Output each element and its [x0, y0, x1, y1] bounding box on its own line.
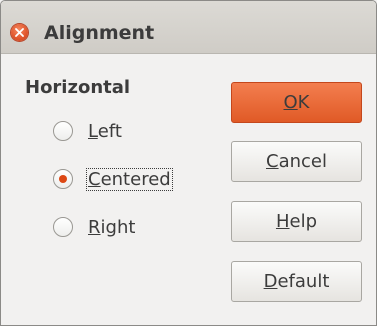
close-button[interactable] — [11, 24, 28, 41]
radio-right-label[interactable]: Right — [86, 216, 137, 239]
dialog-title: Alignment — [44, 22, 155, 44]
radio-centered-label[interactable]: Centered — [86, 167, 173, 191]
radio-right[interactable]: Right — [53, 213, 137, 241]
horizontal-section-label: Horizontal — [25, 77, 131, 98]
help-button[interactable]: Help — [231, 201, 362, 242]
radio-left-label[interactable]: Left — [86, 120, 124, 143]
title-bar: Alignment — [1, 1, 376, 54]
alignment-dialog: Alignment Horizontal Left Centered Right… — [0, 0, 377, 326]
radio-left[interactable]: Left — [53, 117, 124, 145]
radio-centered-circle[interactable] — [53, 169, 73, 189]
radio-right-circle[interactable] — [53, 217, 73, 237]
cancel-button[interactable]: Cancel — [231, 141, 362, 182]
default-button[interactable]: Default — [231, 261, 362, 302]
close-icon — [15, 28, 24, 37]
radio-left-circle[interactable] — [53, 121, 73, 141]
ok-button[interactable]: OK — [231, 82, 362, 123]
radio-centered[interactable]: Centered — [53, 165, 173, 193]
